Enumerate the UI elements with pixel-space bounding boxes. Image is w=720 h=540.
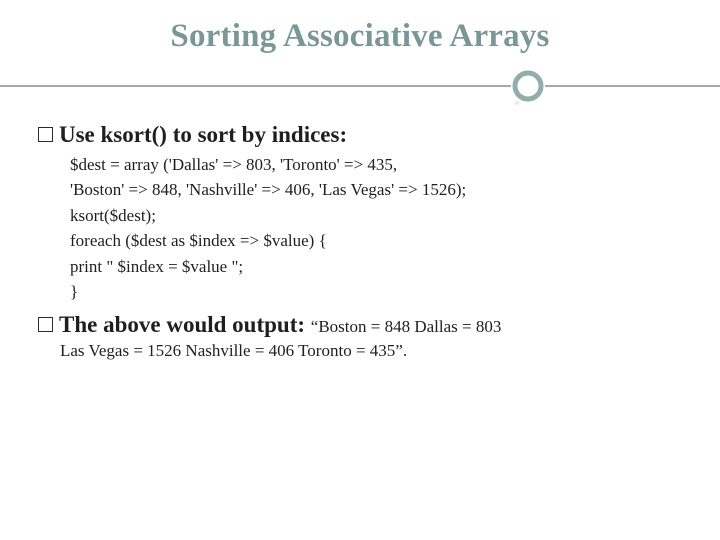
code-block: $dest = array ('Dallas' => 803, 'Toronto… [70,152,682,305]
slide: Sorting Associative Arrays Use ksort() t… [0,0,720,540]
code-line: print " $index = $value "; [70,254,682,280]
bullet-1-heading: Use ksort() to sort by indices: [59,121,347,149]
code-line: 'Boston' => 848, 'Nashville' => 406, 'La… [70,177,682,203]
circle-divider-icon [511,69,545,103]
bullet-item-1: Use ksort() to sort by indices: [38,121,682,149]
code-line: ksort($dest); [70,203,682,229]
slide-title: Sorting Associative Arrays [34,18,686,55]
content-area: Use ksort() to sort by indices: $dest = … [34,121,686,364]
output-continuation: Las Vegas = 1526 Nashville = 406 Toronto… [60,339,682,364]
code-line: $dest = array ('Dallas' => 803, 'Toronto… [70,152,682,178]
code-line: foreach ($dest as $index => $value) { [70,228,682,254]
divider [34,69,686,105]
square-bullet-icon [38,127,53,142]
bullet-2-heading: The above would output: “Boston = 848 Da… [59,311,501,339]
square-bullet-icon [38,317,53,332]
horizontal-rule [0,85,720,87]
code-line: } [70,279,682,305]
output-inline: “Boston = 848 Dallas = 803 [311,317,502,336]
title-wrap: Sorting Associative Arrays [34,18,686,55]
bullet-2-heading-text: The above would output: [59,312,305,337]
bullet-item-2: The above would output: “Boston = 848 Da… [38,311,682,339]
